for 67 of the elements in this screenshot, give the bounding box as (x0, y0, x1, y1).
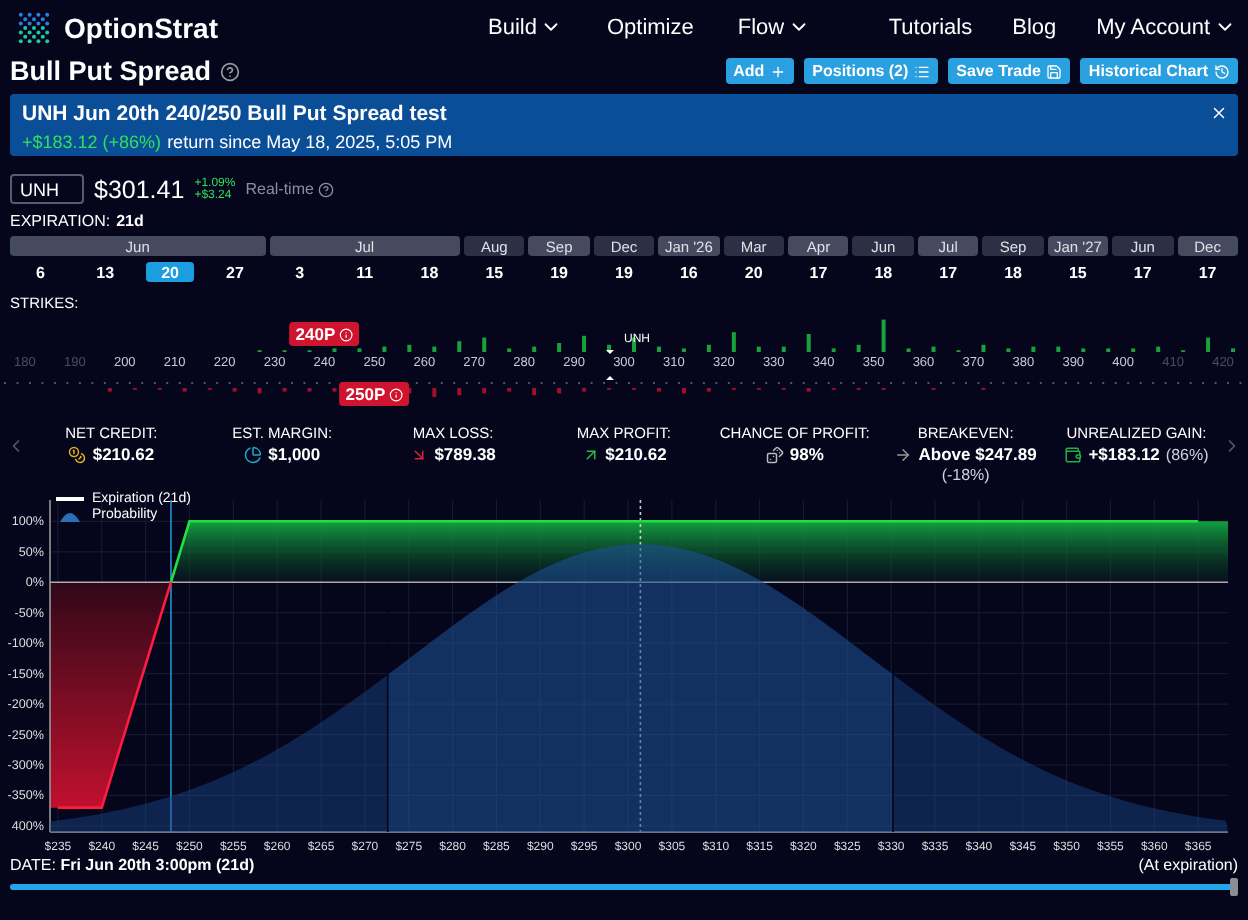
date-text: DATE: Fri Jun 20th 3:00pm (21d) (10, 856, 255, 876)
close-button[interactable] (1210, 104, 1228, 122)
pie-chart-icon (244, 445, 263, 463)
expiration-date[interactable]: 17 (1183, 262, 1232, 282)
legend-mountain-icon (56, 508, 84, 522)
stock-price: $301.41 (94, 175, 185, 203)
nav-link[interactable]: Tutorials (888, 15, 973, 39)
wallet-icon (1064, 445, 1083, 463)
stat-value: $789.38 (434, 444, 496, 464)
date-slider[interactable] (10, 884, 1238, 890)
stat-value: $210.62 (605, 444, 667, 464)
nav-link[interactable]: Optimize (606, 15, 694, 39)
legend-line-icon (56, 496, 84, 502)
expiration-date[interactable]: 16 (664, 262, 714, 282)
expiration-date[interactable]: 18 (988, 262, 1038, 282)
expiration-date[interactable]: 18 (858, 262, 908, 282)
expiration-date[interactable]: 15 (1053, 262, 1103, 282)
help-icon[interactable] (219, 61, 240, 81)
help-icon[interactable] (317, 181, 334, 197)
slider-handle[interactable] (1230, 878, 1238, 896)
banner-title: UNH Jun 20th 240/250 Bull Put Spread test (22, 102, 447, 126)
expiration-date[interactable]: 17 (794, 262, 843, 282)
info-icon[interactable] (339, 327, 354, 341)
expiration-date[interactable]: 19 (599, 262, 649, 282)
strike-leg-badge[interactable]: 240P (289, 322, 360, 346)
expiration-date[interactable]: 20 (729, 262, 779, 282)
brand-name[interactable]: OptionStrat (64, 11, 218, 43)
date-note: (At expiration) (1138, 856, 1238, 876)
symbol-field[interactable]: UNH (10, 174, 84, 204)
stat-note: (-18%) (941, 466, 990, 484)
history-icon (1214, 63, 1230, 79)
coins-icon (68, 445, 87, 463)
stat-value: $1,000 (268, 444, 321, 464)
stat-value: $210.62 (92, 444, 155, 464)
nav-link[interactable]: Blog (1012, 15, 1057, 39)
stat-value: +$183.12 (1088, 444, 1160, 464)
expiration-date[interactable]: 3 (275, 262, 325, 282)
right-arrow-icon (894, 445, 913, 463)
stat-note: (86%) (1165, 445, 1209, 463)
stat-value: 98% (789, 444, 824, 464)
expiration-date[interactable]: 19 (534, 262, 584, 282)
down-arrow-icon (410, 445, 429, 463)
nav-link[interactable]: Build (488, 15, 563, 39)
nav-link[interactable]: Flow (737, 15, 811, 39)
feed-label: Real-time (245, 180, 314, 198)
page-title: Bull Put Spread (10, 56, 212, 86)
expiration-days: 21d (116, 212, 144, 230)
nav-link[interactable]: My Account (1096, 15, 1236, 39)
gain-value: +$183.12 (+86%) (22, 132, 162, 152)
plus-icon (770, 63, 787, 79)
expiration-label: EXPIRATION: (10, 212, 111, 230)
strike-leg-badge[interactable]: 250P (339, 382, 410, 406)
expiration-date[interactable]: 18 (405, 262, 454, 282)
up-arrow-icon (581, 445, 600, 463)
save-icon (1046, 63, 1063, 79)
expiration-date[interactable]: 17 (923, 262, 973, 282)
expiration-date[interactable]: 6 (16, 262, 65, 282)
expiration-date[interactable]: 15 (469, 262, 519, 282)
list-icon (914, 63, 931, 79)
expiration-date[interactable]: 11 (340, 262, 390, 282)
banner-text: return since May 18, 2025, 5:05 PM (167, 132, 453, 152)
info-icon[interactable] (389, 387, 404, 401)
expiration-date[interactable]: 17 (1118, 262, 1168, 282)
expiration-date[interactable]: 13 (80, 262, 130, 282)
expiration-date[interactable]: 27 (210, 262, 260, 282)
stat-value: Above $247.89 (918, 444, 1037, 464)
dice-icon (765, 445, 784, 463)
